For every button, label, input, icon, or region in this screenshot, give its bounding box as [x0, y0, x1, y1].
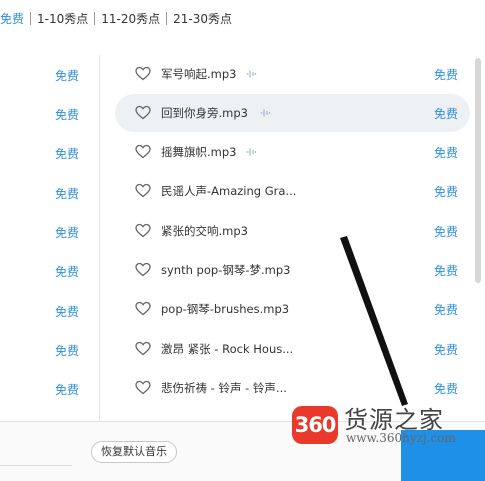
watermark-logo: 360 货源之家 www.360hyzj.com — [292, 400, 464, 448]
logo-url: www.360hyzj.com — [346, 431, 456, 445]
logo-badge: 360 — [292, 406, 338, 444]
logo-name: 货源之家 — [344, 406, 444, 434]
